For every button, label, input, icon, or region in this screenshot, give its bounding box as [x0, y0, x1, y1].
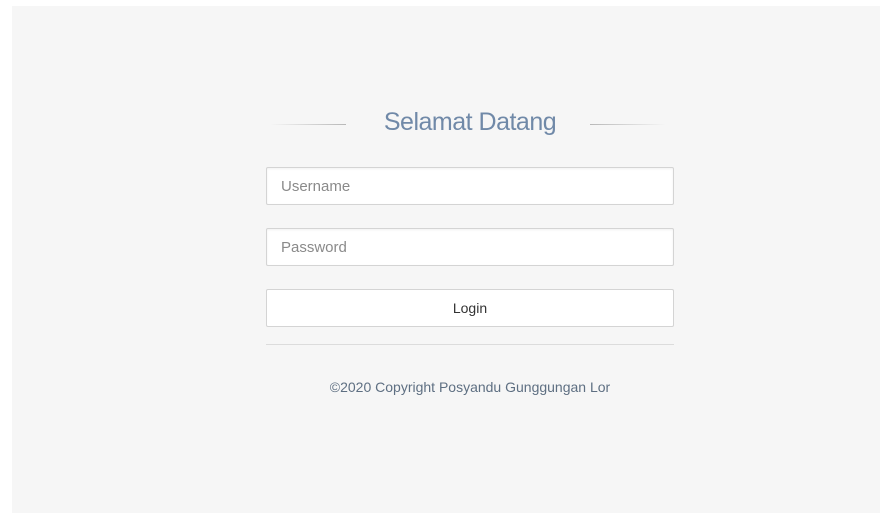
login-form: Selamat Datang Login ©2020 Copyright Pos…: [266, 101, 674, 395]
title-decor-line-left: [270, 124, 346, 125]
password-input[interactable]: [266, 228, 674, 266]
page-background: Selamat Datang Login ©2020 Copyright Pos…: [12, 6, 880, 513]
login-button[interactable]: Login: [266, 289, 674, 327]
title-row: Selamat Datang: [266, 101, 674, 143]
copyright-text: ©2020 Copyright Posyandu Gunggungan Lor: [329, 379, 611, 395]
username-input[interactable]: [266, 167, 674, 205]
title-decor-line-right: [590, 124, 666, 125]
divider: [266, 344, 674, 345]
page-title: Selamat Datang: [383, 108, 557, 136]
